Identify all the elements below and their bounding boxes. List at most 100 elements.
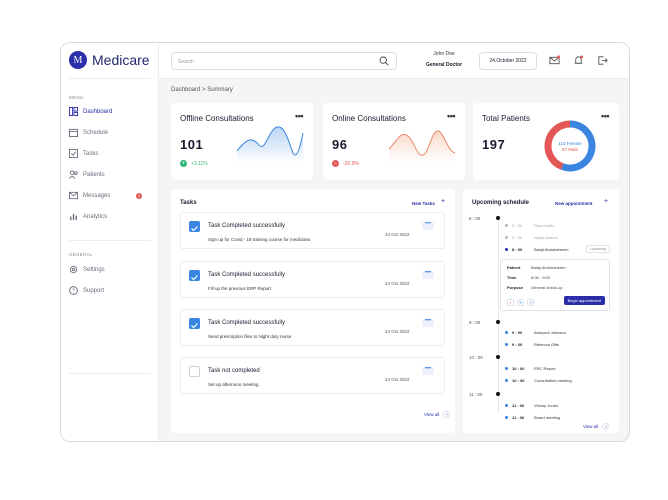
task-menu-button[interactable]: ••• <box>422 270 434 279</box>
new-appointment-button[interactable]: New appointment <box>555 201 593 206</box>
task-menu-button[interactable]: ••• <box>422 318 434 327</box>
sidebar-item-label: Patients <box>83 171 105 178</box>
more-menu-button[interactable]: ••• <box>447 111 455 121</box>
event-time: 11 : 30 <box>512 415 525 420</box>
search-input[interactable]: Search <box>171 52 397 70</box>
event-name: Rebecca Giffs <box>534 342 560 347</box>
task-subtitle: Send prescription files to Night duty nu… <box>208 334 292 339</box>
date-picker[interactable]: 24,October 2022 <box>479 52 537 70</box>
mail-icon[interactable] <box>549 55 560 66</box>
brand[interactable]: M Medicare <box>69 51 150 69</box>
patients-icon <box>69 170 78 179</box>
upcoming-status-badge[interactable]: Upcoming <box>586 245 610 253</box>
begin-appointment-button[interactable]: Begin appointment <box>563 296 605 305</box>
add-task-icon[interactable]: + <box>441 198 445 205</box>
event-name: Consultation meeting <box>534 378 572 383</box>
schedule-event[interactable]: 8 : 00 Naiya Adams <box>505 235 558 240</box>
event-dot <box>505 343 508 346</box>
add-appointment-icon[interactable]: + <box>604 198 608 205</box>
sidebar-item-support[interactable]: ? Support <box>69 280 153 301</box>
sidebar-item-messages[interactable]: Messages 3 <box>69 185 153 206</box>
task-item[interactable]: Task Completed successfully Fill up the … <box>180 261 445 298</box>
total-patients-card: Total Patients ••• 197 110 Female 87 Mal… <box>473 103 619 180</box>
sidebar-item-schedule[interactable]: Schedule <box>69 122 153 143</box>
checkbox[interactable] <box>189 318 200 329</box>
main-nav: Dashboard Schedule Tasks Patients Messag… <box>69 101 153 227</box>
divider <box>69 78 151 79</box>
event-dot <box>505 416 508 419</box>
hour-label: 11 : 00 <box>469 392 483 397</box>
detail-key: Purpose <box>507 285 524 290</box>
detail-row: Patient Balaji Abdulraheem <box>507 265 565 270</box>
event-time: 8 : 00 <box>512 235 523 240</box>
sidebar-item-settings[interactable]: Settings <box>69 259 153 280</box>
schedule-event[interactable]: 8 : 00 Rina Kadlin <box>505 223 554 228</box>
sidebar-item-patients[interactable]: Patients <box>69 164 153 185</box>
schedule-event[interactable]: 11 : 30 Board meeting <box>505 415 560 420</box>
sidebar-item-dashboard[interactable]: Dashboard <box>69 101 153 122</box>
user-info[interactable]: John Doe General Doctor <box>419 51 469 68</box>
online-trend-sparkline <box>388 130 456 163</box>
task-subtitle: Sign up for Covid - 19 training course f… <box>208 237 311 242</box>
schedule-event[interactable]: 10 : 00 ERC Report <box>505 366 556 371</box>
event-dot <box>505 379 508 382</box>
sidebar-item-label: Analytics <box>83 213 108 220</box>
checkbox[interactable] <box>189 366 200 377</box>
edit-icon[interactable]: ✎ <box>517 299 524 306</box>
schedule-event[interactable]: 9 : 30 Rebecca Giffs <box>505 342 559 347</box>
checkbox[interactable] <box>189 270 200 281</box>
new-task-button[interactable]: New Tasks <box>412 201 435 206</box>
task-date: 24 Oct 2022 <box>385 232 410 237</box>
task-date: 24 Oct 2022 <box>385 377 410 382</box>
chevron-right-icon: › <box>602 423 610 430</box>
menu-section-title: MENU <box>69 95 84 100</box>
bell-icon[interactable] <box>573 55 584 66</box>
event-dot <box>505 404 508 407</box>
task-subtitle: Set up afternoon meeting <box>208 382 259 387</box>
sidebar-item-tasks[interactable]: Tasks <box>69 143 153 164</box>
sidebar-item-analytics[interactable]: Analytics <box>69 206 153 227</box>
more-menu-button[interactable]: ••• <box>601 111 609 121</box>
user-role: General Doctor <box>425 62 463 68</box>
task-title: Task Completed successfully <box>208 320 286 326</box>
schedule-view-all[interactable]: View all › <box>583 423 610 430</box>
sidebar: M Medicare MENU Dashboard Schedule Tasks… <box>61 43 159 441</box>
divider <box>69 240 151 241</box>
general-section-title: GENERAL <box>69 252 93 257</box>
offline-count: 101 <box>180 137 204 152</box>
schedule-event-active[interactable]: 8 : 00 Balaji Abdulraheem Upcoming <box>505 245 613 253</box>
task-item[interactable]: Task Completed successfully Send prescri… <box>180 309 445 346</box>
delete-icon[interactable]: ▪ <box>507 299 514 306</box>
patients-count: 197 <box>482 137 506 152</box>
search-icon[interactable] <box>379 56 389 66</box>
task-subtitle: Fill up the previous ERP Report <box>208 286 271 291</box>
event-name: Balaji Abdulraheem <box>534 247 569 252</box>
online-consultations-card: Online Consultations ••• 96 − -20.9% <box>323 103 465 180</box>
task-menu-button[interactable]: ••• <box>422 221 434 230</box>
task-menu-button[interactable]: ••• <box>422 366 434 375</box>
help-icon: ? <box>69 286 78 295</box>
hour-label: 9 : 00 <box>469 320 481 325</box>
brand-name: Medicare <box>92 52 150 68</box>
checkbox[interactable] <box>189 221 200 232</box>
schedule-event[interactable]: 10 : 30 Consultation meeting <box>505 378 572 383</box>
logout-icon[interactable] <box>597 55 608 66</box>
offline-trend-sparkline <box>236 126 304 163</box>
schedule-event[interactable]: 11 : 00 Victory Jones <box>505 403 558 408</box>
view-all-label: View all <box>583 424 599 429</box>
tasks-view-all[interactable]: View all › <box>424 411 451 418</box>
donut-female-segment <box>560 120 596 172</box>
more-menu-button[interactable]: ••• <box>295 111 303 121</box>
messages-icon <box>69 191 78 200</box>
schedule-event[interactable]: 9 : 00 Abeyomi Johnson <box>505 330 566 335</box>
task-item[interactable]: Task not completed Set up afternoon meet… <box>180 357 445 394</box>
share-icon[interactable]: ↗ <box>527 299 534 306</box>
sidebar-item-label: Schedule <box>83 129 109 136</box>
task-item[interactable]: Task Completed successfully Sign up for … <box>180 212 445 249</box>
task-date: 24 Oct 2022 <box>385 281 410 286</box>
brand-logo: M <box>69 51 87 69</box>
schedule-panel: Upcoming schedule New appointment + 8 : … <box>463 189 619 433</box>
general-nav: Settings ? Support <box>69 259 153 301</box>
delta-value: -20.9% <box>343 160 359 167</box>
event-name: ERC Report <box>534 366 556 371</box>
